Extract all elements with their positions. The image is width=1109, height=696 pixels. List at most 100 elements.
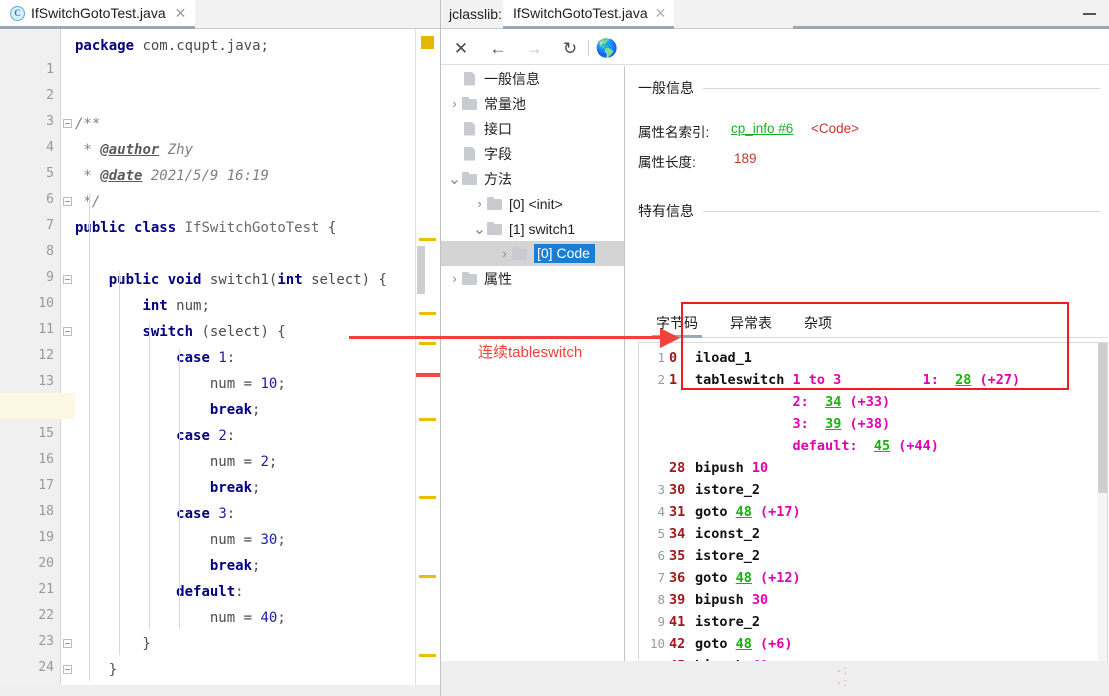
editor-line-number: 18 bbox=[38, 504, 54, 519]
editor-code-line[interactable]: public class IfSwitchGotoTest { bbox=[75, 215, 415, 241]
warning-marker[interactable] bbox=[419, 238, 436, 241]
editor-code-line[interactable] bbox=[75, 85, 415, 111]
code-fold-toggle[interactable] bbox=[63, 275, 72, 284]
chevron-down-icon[interactable]: ⌄ bbox=[472, 221, 487, 238]
close-icon[interactable]: ✕ bbox=[655, 6, 667, 20]
code-fold-toggle[interactable] bbox=[63, 639, 72, 648]
editor-code-line[interactable]: * @date 2021/5/9 16:19 bbox=[75, 163, 415, 189]
bytecode-instruction[interactable]: goto 48 (+6) bbox=[695, 633, 793, 655]
warning-marker[interactable] bbox=[419, 342, 436, 345]
editor-code-line[interactable]: num = 40; bbox=[75, 605, 415, 631]
bytecode-instruction[interactable]: istore_2 bbox=[695, 611, 760, 633]
tree-node-label: 一般信息 bbox=[484, 70, 540, 87]
bytecode-instruction[interactable]: goto 48 (+17) bbox=[695, 501, 801, 523]
java-class-icon: C bbox=[10, 5, 25, 21]
editor-line-number-gutter[interactable]: 1234567891011121314151617181920212223242… bbox=[0, 29, 60, 696]
inspection-status-indicator[interactable] bbox=[421, 36, 434, 49]
tree-node[interactable]: › 常量池 bbox=[441, 91, 624, 116]
editor-code-line[interactable]: public void switch1(int select) { bbox=[75, 267, 415, 293]
bytecode-instruction[interactable]: istore_2 bbox=[695, 479, 760, 501]
editor-scrollbar-thumb[interactable] bbox=[417, 246, 425, 294]
bytecode-instruction[interactable]: default: 45 (+44) bbox=[695, 435, 939, 457]
tree-node[interactable]: › [0] <init> bbox=[441, 191, 624, 216]
code-fold-toggle[interactable] bbox=[63, 327, 72, 336]
editor-code-line[interactable] bbox=[75, 59, 415, 85]
bytecode-listing[interactable]: 1 0 iload_1 2 1 tableswitch 1 to 3 1: 28 (+27… bbox=[638, 342, 1108, 696]
editor-code-line[interactable]: break; bbox=[75, 553, 415, 579]
editor-code-line[interactable]: /** bbox=[75, 111, 415, 137]
minimize-icon[interactable] bbox=[1083, 13, 1096, 15]
editor-code-line[interactable]: * @author Zhy bbox=[75, 137, 415, 163]
jclasslib-title: jclasslib: bbox=[449, 6, 502, 22]
tree-node[interactable]: 一般信息 bbox=[441, 66, 624, 91]
editor-code-line[interactable]: } bbox=[75, 657, 415, 683]
error-marker[interactable] bbox=[416, 373, 441, 377]
class-structure-tree[interactable]: 一般信息 › 常量池 接口 字段 ⌄ 方法 › [0] <init> ⌄ [1] switch1 › [… bbox=[441, 66, 625, 696]
bytecode-scrollbar[interactable] bbox=[1098, 343, 1107, 696]
code-fold-toggle[interactable] bbox=[63, 197, 72, 206]
warning-marker[interactable] bbox=[419, 312, 436, 315]
bytecode-instruction[interactable]: bipush 10 bbox=[695, 457, 768, 479]
editor-code-line[interactable]: break; bbox=[75, 475, 415, 501]
bytecode-line-number: 9 bbox=[657, 614, 665, 629]
tree-node[interactable]: › 属性 bbox=[441, 266, 624, 291]
bytecode-instruction[interactable]: istore_2 bbox=[695, 545, 760, 567]
attr-name-index-value: <Code> bbox=[811, 121, 860, 136]
editor-fold-gutter[interactable] bbox=[60, 29, 75, 685]
editor-code-line[interactable]: */ bbox=[75, 189, 415, 215]
bytecode-scrollbar-thumb[interactable] bbox=[1098, 343, 1107, 493]
code-fold-toggle[interactable] bbox=[63, 119, 72, 128]
editor-code-line[interactable] bbox=[75, 241, 415, 267]
jclasslib-tab[interactable]: IfSwitchGotoTest.java ✕ bbox=[503, 0, 675, 29]
editor-code-line[interactable]: case 1: bbox=[75, 345, 415, 371]
editor-line-number: 3 bbox=[46, 114, 54, 129]
warning-marker[interactable] bbox=[419, 575, 436, 578]
code-fold-toggle[interactable] bbox=[63, 665, 72, 674]
globe-icon[interactable]: 🌎 bbox=[596, 37, 618, 59]
editor-code-line[interactable]: num = 2; bbox=[75, 449, 415, 475]
attr-name-index-link[interactable]: cp_info #6 bbox=[731, 121, 793, 136]
editor-marker-bar[interactable] bbox=[415, 29, 441, 685]
reload-icon[interactable]: ↻ bbox=[559, 37, 581, 59]
tree-node[interactable]: ⌄ 方法 bbox=[441, 166, 624, 191]
bytecode-instruction[interactable]: iconst_2 bbox=[695, 523, 760, 545]
bytecode-instruction[interactable]: bipush 30 bbox=[695, 589, 768, 611]
editor-tab-label: IfSwitchGotoTest.java bbox=[31, 5, 166, 21]
file-icon bbox=[462, 72, 478, 86]
editor-line-number: 13 bbox=[38, 374, 54, 389]
warning-marker[interactable] bbox=[419, 418, 436, 421]
warning-marker[interactable] bbox=[419, 654, 436, 657]
editor-code-line[interactable]: default: bbox=[75, 579, 415, 605]
tree-node[interactable]: 字段 bbox=[441, 141, 624, 166]
editor-code-line[interactable]: case 2: bbox=[75, 423, 415, 449]
chevron-right-icon[interactable]: › bbox=[472, 196, 487, 211]
warning-marker[interactable] bbox=[419, 496, 436, 499]
editor-code-line[interactable]: num = 30; bbox=[75, 527, 415, 553]
editor-tab-ifswitchgototest[interactable]: C IfSwitchGotoTest.java ✕ bbox=[0, 0, 196, 29]
bytecode-instruction[interactable]: goto 48 (+12) bbox=[695, 567, 801, 589]
editor-code-line[interactable]: switch (select) { bbox=[75, 319, 415, 345]
editor-code-line[interactable]: case 3: bbox=[75, 501, 415, 527]
close-icon[interactable]: ✕ bbox=[175, 6, 187, 20]
back-icon[interactable]: ← bbox=[487, 37, 509, 59]
editor-code-line[interactable]: break; bbox=[75, 397, 415, 423]
file-icon bbox=[462, 147, 478, 161]
tree-node[interactable]: 接口 bbox=[441, 116, 624, 141]
jclasslib-toolbar: ✕ ← → ↻ 🌎 bbox=[441, 29, 1109, 65]
tree-node-label: [0] <init> bbox=[509, 195, 563, 212]
editor-code-line[interactable]: } bbox=[75, 631, 415, 657]
chevron-right-icon[interactable]: › bbox=[447, 271, 462, 286]
chevron-right-icon[interactable]: › bbox=[497, 246, 512, 261]
close-icon[interactable]: ✕ bbox=[450, 37, 472, 59]
bytecode-instruction[interactable]: 2: 34 (+33) bbox=[695, 391, 891, 413]
tree-node[interactable]: › [0] Code bbox=[441, 241, 624, 266]
chevron-right-icon[interactable]: › bbox=[447, 96, 462, 111]
tree-node[interactable]: ⌄ [1] switch1 bbox=[441, 216, 624, 241]
editor-code-line[interactable]: package com.cqupt.java; bbox=[75, 33, 415, 59]
editor-code-line[interactable]: int num; bbox=[75, 293, 415, 319]
bytecode-instruction[interactable]: 3: 39 (+38) bbox=[695, 413, 891, 435]
editor-code-line[interactable]: num = 10; bbox=[75, 371, 415, 397]
indent-guide bbox=[119, 271, 120, 655]
editor-code-area[interactable]: package com.cqupt.java; /** * @author Zhy… bbox=[75, 29, 415, 685]
chevron-down-icon[interactable]: ⌄ bbox=[447, 171, 462, 188]
